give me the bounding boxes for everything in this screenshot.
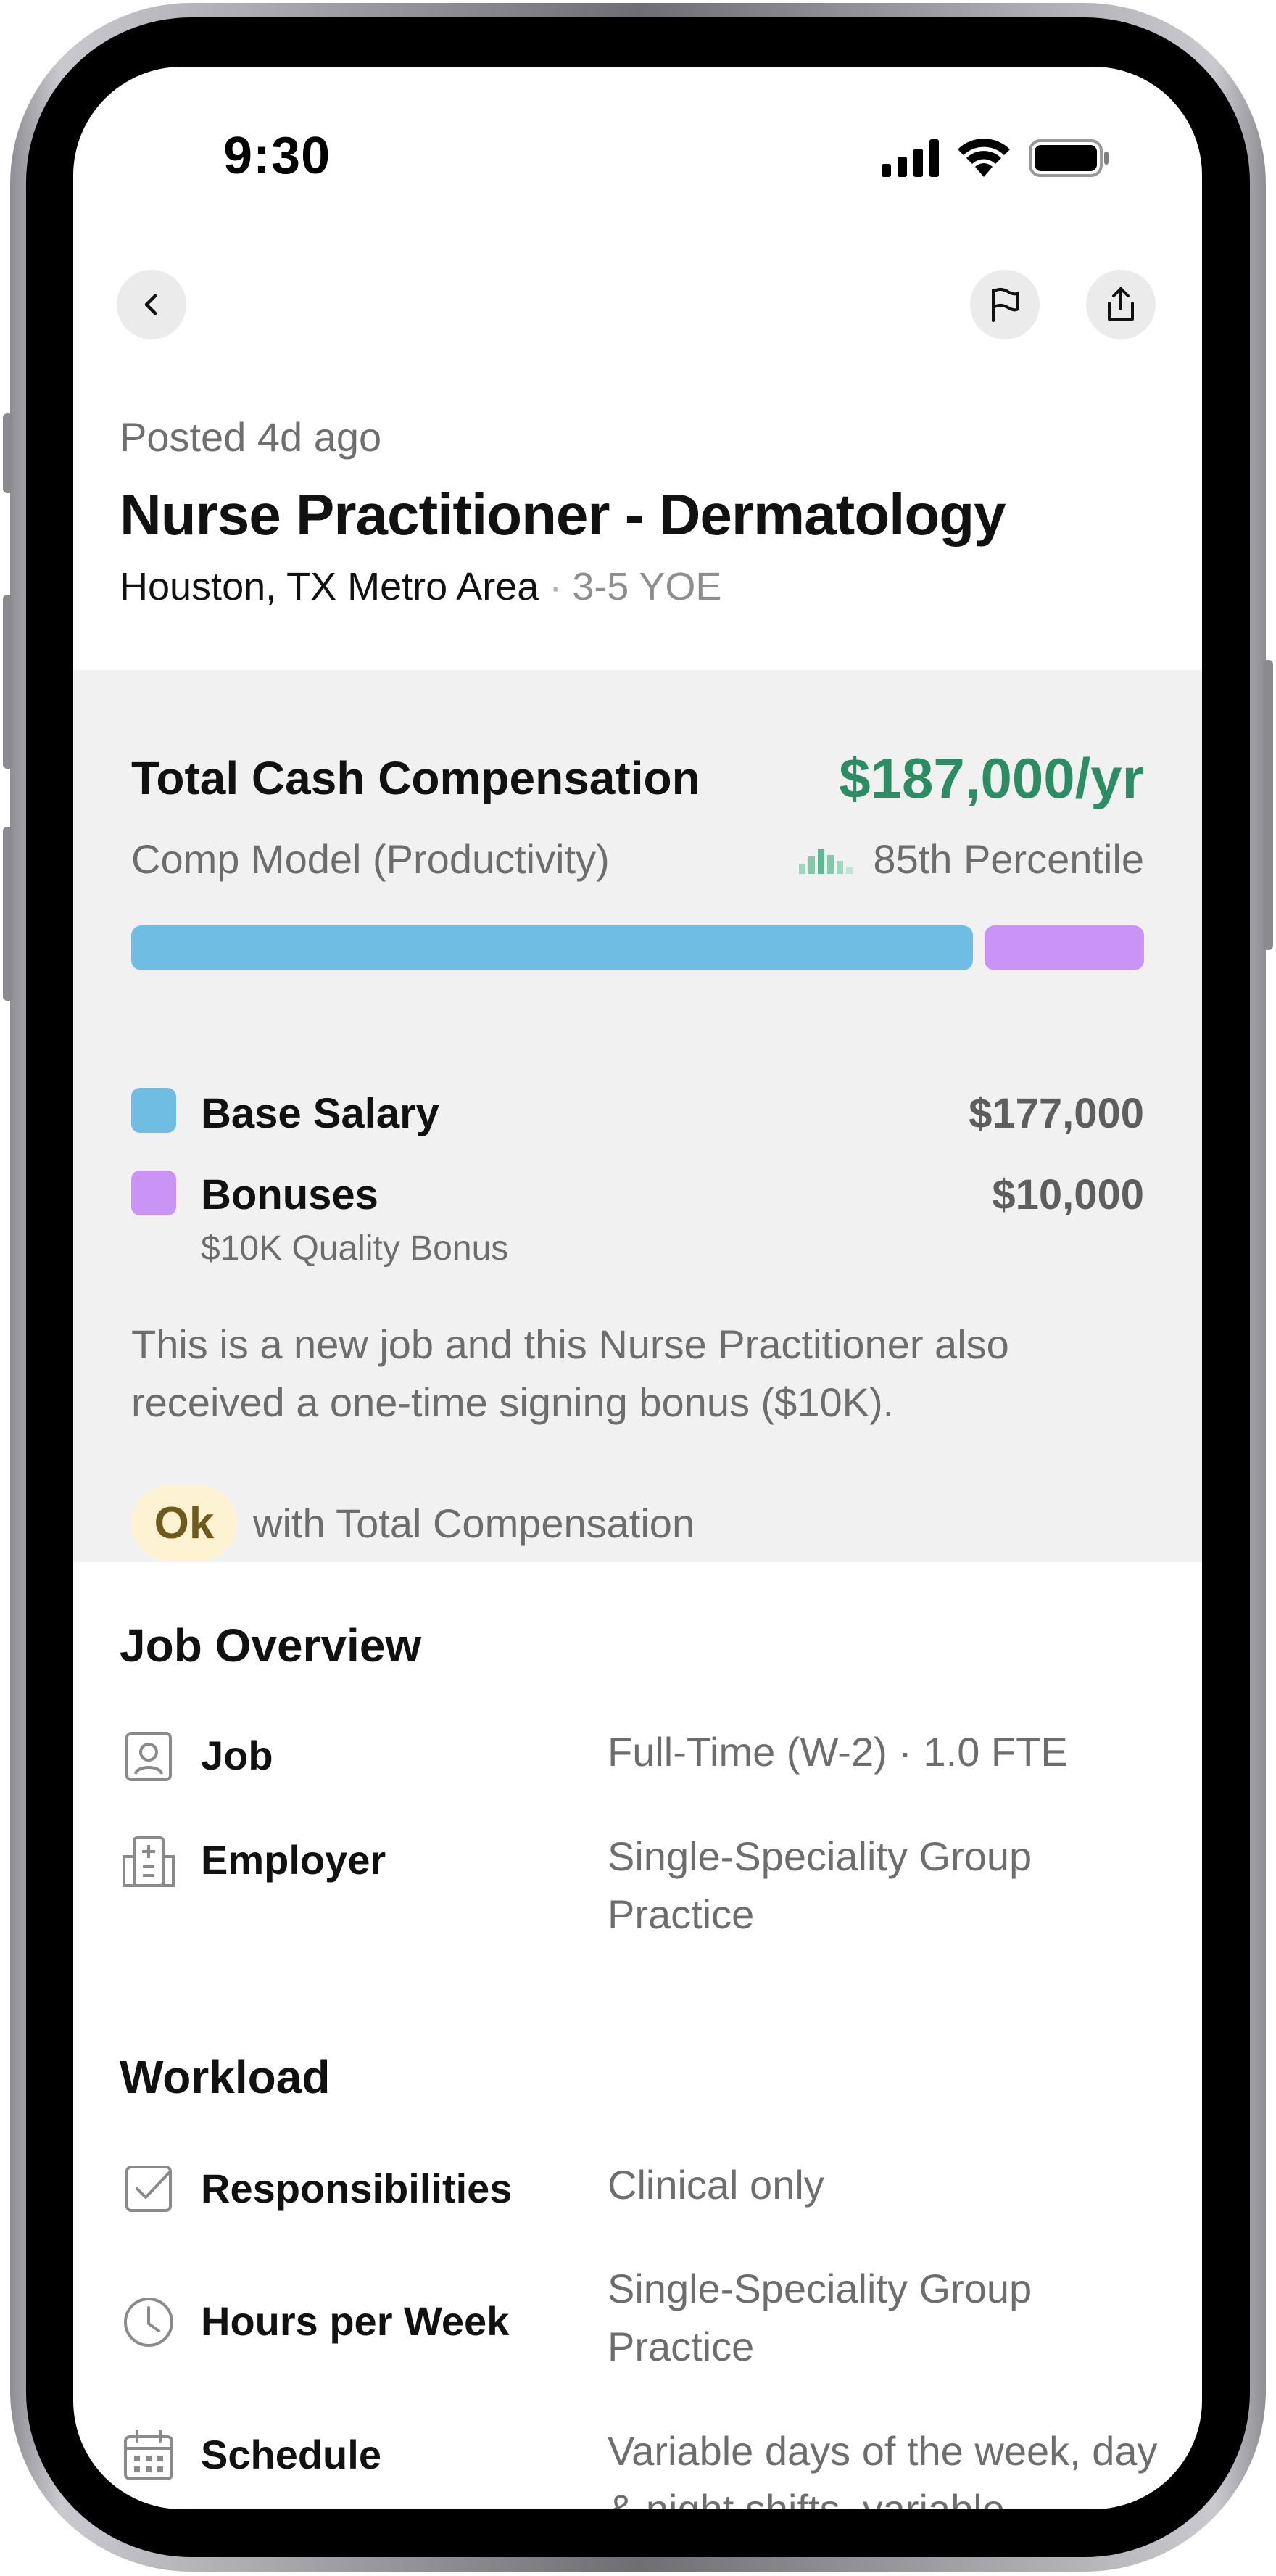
volume-up-button	[3, 595, 13, 769]
calendar-icon	[124, 2430, 173, 2480]
schedule-label: Schedule	[201, 2432, 381, 2477]
meta-separator: ·	[549, 565, 563, 608]
power-button	[1263, 660, 1273, 950]
job-location: Houston, TX Metro Area	[120, 565, 539, 608]
job-title: Nurse Practitioner - Dermatology	[120, 482, 1006, 547]
comp-breakdown-bar	[131, 925, 1144, 970]
hospital-icon	[123, 1836, 175, 1887]
hours-per-week-value: Single-Speciality Group Practice	[608, 2266, 1032, 2369]
job-overview-heading: Job Overview	[120, 1619, 422, 1672]
bonuses-label: Bonuses	[201, 1171, 378, 1218]
person-badge-icon	[125, 1732, 172, 1781]
share-button[interactable]	[1086, 270, 1156, 339]
base-salary-value: $177,000	[969, 1090, 1144, 1137]
status-time: 9:30	[223, 127, 331, 185]
percentile-indicator: 85th Percentile	[799, 835, 1144, 883]
bonuses-bar-segment	[985, 925, 1144, 970]
responsibilities-value: Clinical only	[608, 2162, 824, 2208]
workload-heading: Workload	[120, 2051, 331, 2103]
volume-down-button	[3, 827, 13, 1001]
app-screen: 9:30 Posted 4d ago Nurse Practitioner - …	[73, 67, 1202, 2509]
clock-icon	[124, 2298, 173, 2347]
hours-per-week-label: Hours per Week	[201, 2298, 510, 2344]
base-salary-swatch	[131, 1088, 176, 1133]
comp-title: Total Cash Compensation	[131, 752, 700, 804]
flag-icon	[992, 288, 1019, 322]
job-type-label: Job	[201, 1733, 273, 1778]
battery-icon	[1029, 139, 1109, 177]
percentile-text: 85th Percentile	[873, 836, 1144, 882]
compensation-section: Total Cash Compensation $187,000/yr Comp…	[73, 670, 1202, 1562]
employer-label: Employer	[201, 1837, 386, 1883]
cellular-signal-icon	[882, 139, 939, 177]
bonuses-detail: $10K Quality Bonus	[201, 1229, 509, 1268]
comp-note: This is a new job and this Nurse Practit…	[131, 1321, 1009, 1425]
posted-date: Posted 4d ago	[120, 414, 382, 460]
base-salary-label: Base Salary	[201, 1090, 439, 1137]
back-button[interactable]	[117, 270, 186, 339]
comp-model: Comp Model (Productivity)	[131, 836, 610, 882]
checkbox-icon	[125, 2166, 172, 2212]
schedule-value: Variable days of the week, day & night s…	[608, 2428, 1158, 2509]
bar-chart-icon	[799, 849, 853, 874]
share-icon	[1108, 287, 1134, 321]
job-meta: Houston, TX Metro Area · 3-5 YOE	[120, 564, 721, 609]
job-type-value: Full-Time (W-2) · 1.0 FTE	[608, 1729, 1068, 1775]
rating-text: with Total Compensation	[253, 1500, 695, 1546]
bonuses-swatch	[131, 1171, 176, 1215]
job-experience: 3-5 YOE	[572, 565, 722, 608]
chevron-left-icon	[144, 294, 157, 315]
rating-badge[interactable]: Ok	[131, 1485, 237, 1561]
bonuses-value: $10,000	[992, 1171, 1144, 1218]
employer-value: Single-Speciality Group Practice	[608, 1833, 1032, 1937]
responsibilities-label: Responsibilities	[201, 2166, 513, 2211]
base-salary-bar-segment	[131, 925, 973, 970]
wifi-icon	[958, 139, 1010, 177]
mute-switch	[3, 413, 13, 493]
comp-total: $187,000/yr	[839, 746, 1144, 810]
flag-button[interactable]	[970, 270, 1040, 339]
